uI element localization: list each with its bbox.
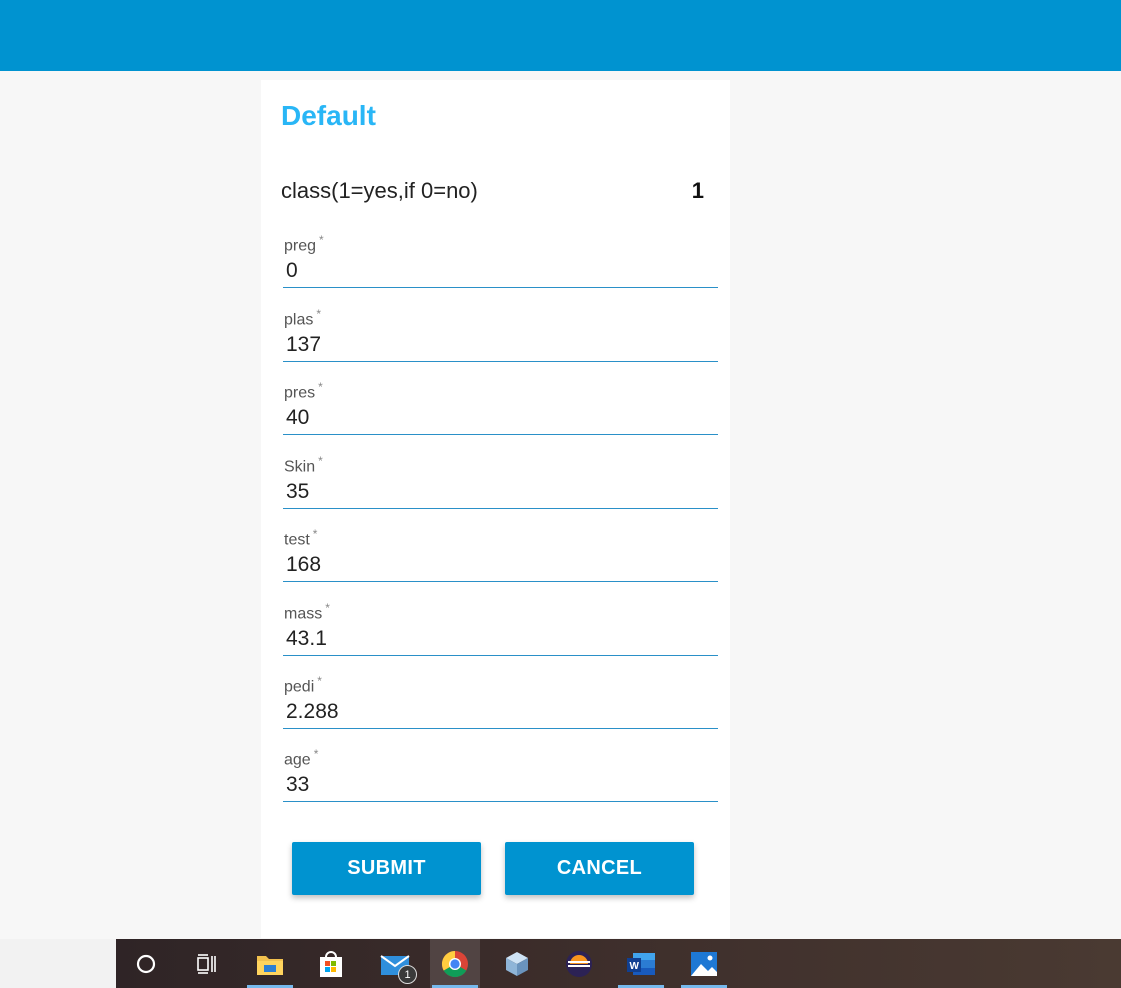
field-label-age: age * (284, 747, 319, 769)
taskbar-blank-area (0, 939, 116, 988)
required-marker: * (317, 674, 322, 688)
folder-icon (257, 955, 283, 975)
eclipse-icon (566, 950, 592, 977)
cube-icon (506, 951, 528, 976)
field-mass: mass * (283, 601, 718, 659)
task-view-button[interactable] (181, 939, 231, 988)
field-preg: preg * (283, 233, 718, 291)
field-label-preg: preg * (284, 233, 324, 255)
word-icon: W (627, 952, 655, 975)
field-test: test * (283, 527, 718, 585)
field-pres: pres * (283, 380, 718, 438)
microsoft-store-button[interactable] (306, 939, 356, 988)
field-label-pres: pres * (284, 380, 323, 402)
plas-input[interactable] (283, 328, 718, 362)
field-plas: plas * (283, 307, 718, 365)
field-label-pedi: pedi * (284, 674, 322, 696)
circle-icon (136, 954, 156, 973)
required-marker: * (318, 454, 323, 468)
eclipse-button[interactable] (554, 939, 604, 988)
field-label-plas: plas * (284, 307, 322, 329)
mail-button[interactable]: 1 (370, 939, 420, 988)
file-explorer-button[interactable] (245, 939, 295, 988)
mass-input[interactable] (283, 622, 718, 656)
required-marker: * (325, 601, 330, 615)
app-header-bar (0, 0, 1121, 71)
class-value: 1 (691, 178, 704, 203)
task-view-icon (197, 953, 216, 974)
field-label-mass: mass * (284, 601, 330, 623)
store-bag-icon (320, 950, 342, 977)
skin-input[interactable] (283, 475, 718, 509)
cortana-search-button[interactable] (121, 939, 171, 988)
chrome-icon (441, 950, 468, 977)
test-input[interactable] (283, 548, 718, 582)
required-marker: * (312, 527, 318, 541)
virtualbox-button[interactable] (492, 939, 542, 988)
photos-button[interactable] (679, 939, 729, 988)
chrome-button[interactable] (430, 939, 480, 988)
field-age: age * (283, 747, 718, 805)
pedi-input[interactable] (283, 695, 718, 729)
form-title: Default (281, 100, 376, 131)
photos-icon (691, 951, 717, 976)
required-marker: * (319, 233, 324, 247)
preg-input[interactable] (283, 254, 718, 288)
pres-input[interactable] (283, 401, 718, 435)
svg-text:W: W (630, 961, 640, 972)
field-label-test: test * (284, 527, 318, 549)
notification-badge: 1 (398, 965, 417, 984)
form-card: Default class(1=yes,if 0=no) 1 preg* pla… (261, 80, 730, 938)
field-skin: Skin * (283, 454, 718, 512)
field-pedi: pedi * (283, 674, 718, 732)
cancel-button[interactable]: CANCEL (505, 842, 694, 895)
windows-taskbar: 1 W (0, 939, 1121, 988)
submit-button[interactable]: SUBMIT (292, 842, 481, 895)
class-label: class(1=yes,if 0=no) (281, 178, 478, 203)
word-button[interactable]: W (616, 939, 666, 988)
required-marker: * (316, 307, 322, 321)
required-marker: * (313, 747, 319, 761)
field-label-skin: Skin * (284, 454, 323, 476)
required-marker: * (318, 380, 323, 394)
age-input[interactable] (283, 768, 718, 802)
